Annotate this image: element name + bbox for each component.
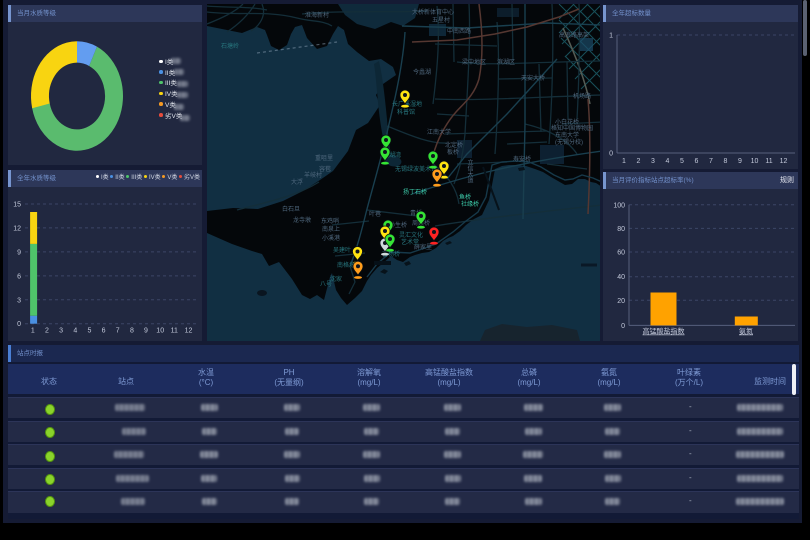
- svg-text:格知中国博物园: 格知中国博物园: [551, 124, 593, 132]
- svg-text:梁中地区: 梁中地区: [462, 58, 486, 66]
- svg-text:1: 1: [609, 33, 613, 40]
- svg-text:艺术堂: 艺术堂: [401, 238, 419, 246]
- svg-text:3: 3: [17, 297, 21, 304]
- svg-text:20: 20: [617, 298, 625, 305]
- svg-text:石塘岭: 石塘岭: [221, 42, 239, 50]
- svg-text:大桥新体育中心: 大桥新体育中心: [412, 8, 454, 16]
- svg-text:8: 8: [130, 328, 134, 335]
- svg-text:龙寺墩: 龙寺墩: [293, 216, 311, 224]
- svg-text:7: 7: [116, 328, 120, 335]
- svg-text:淮海新村: 淮海新村: [305, 11, 329, 19]
- svg-text:小溪港: 小溪港: [322, 234, 340, 242]
- svg-text:东南大学: 东南大学: [555, 131, 579, 139]
- svg-text:5: 5: [87, 328, 91, 335]
- svg-text:15: 15: [13, 202, 21, 209]
- svg-text:滨湖区: 滨湖区: [497, 58, 515, 66]
- svg-text:6: 6: [695, 158, 699, 165]
- svg-text:羊岐村: 羊岐村: [304, 171, 322, 179]
- svg-text:(无锡分校): (无锡分校): [555, 138, 583, 146]
- svg-text:11: 11: [765, 158, 772, 165]
- svg-text:南泉上: 南泉上: [322, 225, 340, 233]
- svg-text:40: 40: [617, 274, 625, 281]
- svg-text:白石旦: 白石旦: [282, 205, 300, 213]
- svg-text:氨氮: 氨氮: [739, 327, 753, 336]
- svg-text:科普馆: 科普馆: [397, 108, 415, 116]
- svg-text:12: 12: [780, 158, 788, 165]
- svg-text:江南大学: 江南大学: [427, 128, 451, 136]
- svg-text:1: 1: [31, 328, 35, 335]
- svg-text:3: 3: [651, 158, 655, 165]
- svg-text:灵汇文化: 灵汇文化: [399, 231, 423, 239]
- svg-text:中南西路: 中南西路: [447, 27, 471, 35]
- svg-text:9: 9: [144, 328, 148, 335]
- svg-text:天安大桥: 天安大桥: [521, 74, 545, 82]
- svg-text:南格塘: 南格塘: [337, 261, 355, 269]
- svg-text:9: 9: [738, 158, 742, 165]
- svg-text:重咀里: 重咀里: [315, 154, 333, 162]
- svg-text:容苞: 容苞: [319, 165, 331, 173]
- svg-text:10: 10: [156, 328, 164, 335]
- svg-text:1: 1: [622, 158, 626, 165]
- svg-text:社缘桥: 社缘桥: [461, 200, 479, 208]
- svg-text:11: 11: [171, 328, 178, 335]
- svg-text:2: 2: [637, 158, 641, 165]
- svg-text:100: 100: [613, 202, 625, 209]
- svg-text:6: 6: [17, 273, 21, 280]
- svg-text:机场路: 机场路: [573, 92, 591, 100]
- svg-text:板桥: 板桥: [447, 148, 459, 156]
- svg-text:吴建叶: 吴建叶: [333, 246, 351, 254]
- svg-text:12: 12: [185, 328, 193, 335]
- svg-text:6: 6: [102, 328, 106, 335]
- svg-text:5: 5: [680, 158, 684, 165]
- svg-text:寿安桥: 寿安桥: [513, 155, 531, 163]
- svg-text:北定桥: 北定桥: [445, 141, 463, 149]
- svg-text:0: 0: [17, 321, 21, 328]
- svg-text:高浪路高架: 高浪路高架: [559, 31, 589, 39]
- svg-text:80: 80: [617, 226, 625, 233]
- svg-text:叶巷: 叶巷: [369, 210, 381, 218]
- svg-text:八号: 八号: [320, 281, 332, 288]
- svg-text:五星村: 五星村: [432, 16, 450, 24]
- svg-text:4: 4: [666, 158, 670, 165]
- svg-text:9: 9: [17, 249, 21, 256]
- svg-text:0: 0: [621, 323, 625, 330]
- svg-text:4: 4: [73, 328, 77, 335]
- svg-text:2: 2: [45, 328, 49, 335]
- svg-text:0: 0: [609, 151, 613, 158]
- svg-text:立信大道: 立信大道: [466, 158, 473, 184]
- svg-text:8: 8: [724, 158, 728, 165]
- svg-text:3: 3: [59, 328, 63, 335]
- svg-text:12: 12: [13, 225, 21, 232]
- svg-text:鱼桥: 鱼桥: [459, 193, 471, 201]
- svg-text:60: 60: [617, 250, 625, 257]
- svg-text:扬丁石桥: 扬丁石桥: [403, 188, 427, 196]
- svg-text:小白花桥: 小白花桥: [555, 118, 579, 126]
- svg-text:今蠡湖: 今蠡湖: [413, 68, 431, 76]
- svg-text:7: 7: [709, 158, 713, 165]
- svg-text:大浮: 大浮: [291, 178, 303, 186]
- svg-text:东鸡哨: 东鸡哨: [321, 217, 339, 225]
- svg-text:高锰酸盐指数: 高锰酸盐指数: [643, 327, 685, 336]
- svg-text:10: 10: [751, 158, 759, 165]
